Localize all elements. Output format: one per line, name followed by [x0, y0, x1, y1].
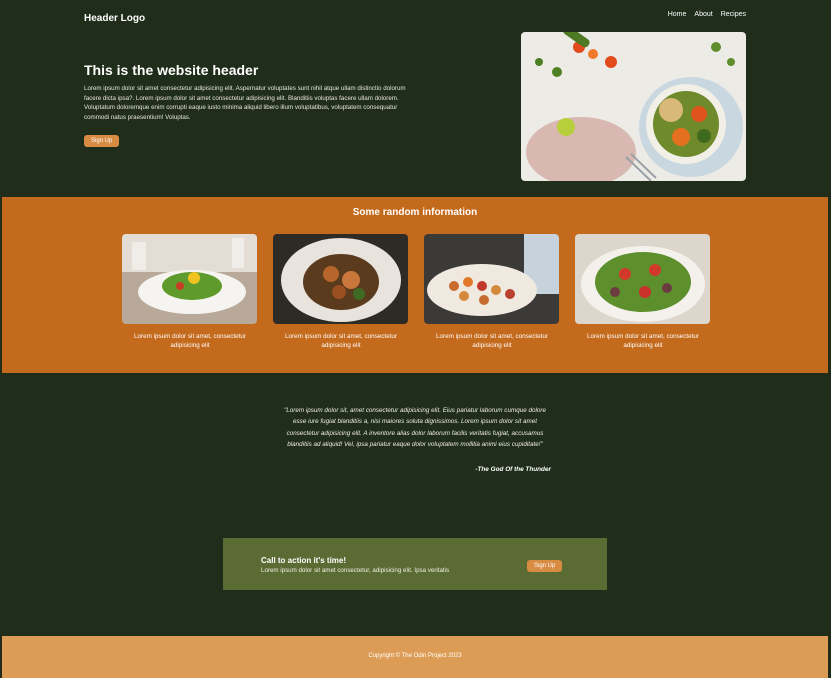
info-card-caption: Lorem ipsum dolor sit amet, consectetur … — [134, 333, 246, 349]
hero-description: Lorem ipsum dolor sit amet consectetur a… — [84, 85, 406, 121]
nav-recipes-link[interactable]: Recipes — [721, 11, 746, 18]
salad-plate-image — [122, 234, 257, 324]
info-card: Lorem ipsum dolor sit amet, consectetur … — [273, 234, 409, 350]
cta-signup-button[interactable]: Sign Up — [527, 560, 563, 572]
info-title: Some random information — [352, 207, 478, 218]
info-card: Lorem ipsum dolor sit amet, consectetur … — [122, 234, 258, 350]
header-logo[interactable]: Header Logo — [84, 13, 145, 24]
info-section: Some random information Lorem ipsum dolo… — [2, 197, 828, 373]
hero-title: This is the website header — [84, 62, 259, 78]
nav-about-link[interactable]: About — [694, 11, 712, 18]
hero-food-image — [521, 32, 746, 181]
tomato-salad-image — [575, 234, 710, 324]
site-header: Header Logo Home About Recipes — [84, 11, 746, 27]
quote-author: -The God Of the Thunder — [475, 466, 551, 473]
main-nav: Home About Recipes — [668, 11, 746, 18]
testimonial-quote: "Lorem ipsum dolor sit, amet consectetur… — [284, 407, 546, 448]
site-footer: Copyright © The Odin Project 2023 — [2, 636, 828, 678]
copyright-text: Copyright © The Odin Project 2023 — [368, 653, 462, 659]
chicken-dish-image — [273, 234, 408, 324]
info-cards: Lorem ipsum dolor sit amet, consectetur … — [122, 234, 711, 350]
call-to-action: Call to action it's time! Lorem ipsum do… — [223, 538, 607, 590]
page: Header Logo Home About Recipes This is t… — [0, 0, 831, 678]
hero-section: This is the website header Lorem ipsum d… — [84, 62, 414, 147]
info-card: Lorem ipsum dolor sit amet, consectetur … — [575, 234, 711, 350]
cta-title: Call to action it's time! — [261, 556, 347, 565]
hero-signup-button[interactable]: Sign Up — [84, 135, 120, 147]
cta-description: Lorem ipsum dolor sit amet consectetur, … — [261, 567, 450, 574]
nav-home-link[interactable]: Home — [668, 11, 687, 18]
canapes-platter-image — [424, 234, 559, 324]
info-card-caption: Lorem ipsum dolor sit amet, consectetur … — [285, 333, 397, 349]
info-card-caption: Lorem ipsum dolor sit amet, consectetur … — [436, 333, 548, 349]
info-card: Lorem ipsum dolor sit amet, consectetur … — [424, 234, 560, 350]
info-card-caption: Lorem ipsum dolor sit amet, consectetur … — [587, 333, 699, 349]
